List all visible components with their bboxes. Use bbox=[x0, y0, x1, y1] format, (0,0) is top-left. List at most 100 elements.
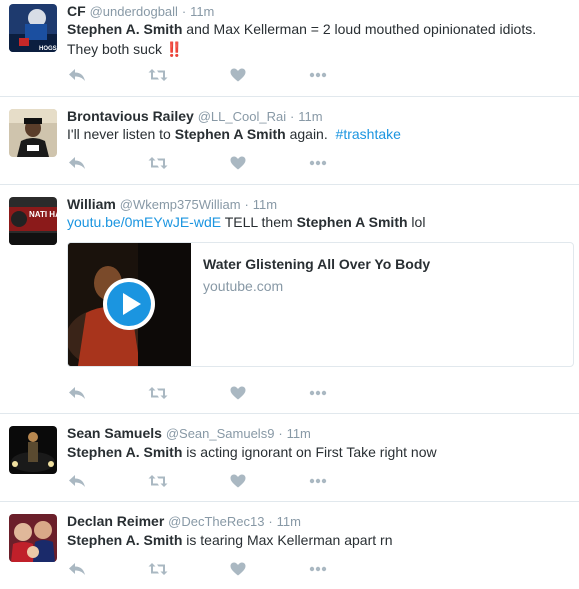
reply-icon bbox=[69, 387, 85, 399]
card-title[interactable]: Water Glistening All Over Yo Body bbox=[203, 256, 430, 272]
tweet[interactable]: NATI HAMPI William @Wkemp375William · 11… bbox=[0, 185, 579, 413]
card-domain: youtube.com bbox=[203, 278, 284, 294]
tweet-text: Stephen A. Smith and Max Kellerman = 2 l… bbox=[67, 19, 557, 59]
reply-button[interactable] bbox=[67, 561, 87, 577]
tweet-text: Stephen A. Smith is acting ignorant on F… bbox=[67, 442, 557, 462]
text-part: lol bbox=[407, 214, 426, 230]
more-button[interactable] bbox=[308, 155, 328, 171]
more-button[interactable] bbox=[308, 473, 328, 489]
retweet-button[interactable] bbox=[148, 473, 168, 489]
timestamp[interactable]: 11m bbox=[190, 4, 214, 19]
url-link[interactable]: youtu.be/0mEYwJE-wdE bbox=[67, 214, 221, 230]
avatar-text: HOGS bbox=[39, 46, 57, 52]
tweet[interactable]: Brontavious Railey @LL_Cool_Rai · 11m I'… bbox=[0, 97, 579, 184]
text-part: I'll never listen to bbox=[67, 126, 175, 142]
text-part: Stephen A. Smith bbox=[67, 21, 183, 37]
tweet[interactable]: Declan Reimer @DecTheRec13 · 11m Stephen… bbox=[0, 502, 579, 589]
action-bar bbox=[67, 155, 367, 171]
username[interactable]: @LL_Cool_Rai bbox=[198, 109, 286, 124]
fullname[interactable]: Brontavious Railey bbox=[67, 108, 194, 124]
text-part: Stephen A. Smith bbox=[67, 444, 183, 460]
username[interactable]: @Sean_Samuels9 bbox=[166, 426, 275, 441]
like-button[interactable] bbox=[228, 561, 248, 577]
like-button[interactable] bbox=[228, 155, 248, 171]
retweet-button[interactable] bbox=[148, 155, 168, 171]
reply-icon bbox=[69, 157, 85, 169]
retweet-icon bbox=[148, 157, 168, 169]
like-button[interactable] bbox=[228, 67, 248, 83]
retweet-icon bbox=[148, 69, 168, 81]
avatar[interactable] bbox=[9, 514, 57, 562]
avatar[interactable] bbox=[9, 109, 57, 157]
tweet-text: I'll never listen to Stephen A Smith aga… bbox=[67, 124, 557, 144]
fullname[interactable]: William bbox=[67, 196, 116, 212]
more-icon bbox=[309, 566, 327, 572]
more-icon bbox=[309, 72, 327, 78]
separator: · bbox=[268, 514, 273, 529]
heart-icon bbox=[230, 68, 246, 82]
text-part: is tearing Max Kellerman apart rn bbox=[182, 532, 393, 548]
separator: · bbox=[244, 197, 249, 212]
timestamp[interactable]: 11m bbox=[253, 197, 277, 212]
more-icon bbox=[309, 160, 327, 166]
retweet-button[interactable] bbox=[148, 385, 168, 401]
tweet[interactable]: Sean Samuels @Sean_Samuels9 · 11m Stephe… bbox=[0, 414, 579, 501]
fullname[interactable]: Declan Reimer bbox=[67, 513, 164, 529]
fullname[interactable]: Sean Samuels bbox=[67, 425, 162, 441]
like-button[interactable] bbox=[228, 473, 248, 489]
text-part: TELL them bbox=[221, 214, 297, 230]
separator: · bbox=[181, 4, 187, 19]
reply-button[interactable] bbox=[67, 385, 87, 401]
tweet[interactable]: HOGS CF @underdogball · 11m Stephen A. S… bbox=[0, 0, 579, 96]
avatar-text: NATI HAMPI bbox=[29, 210, 57, 219]
avatar[interactable] bbox=[9, 426, 57, 474]
reply-icon bbox=[69, 475, 85, 487]
more-button[interactable] bbox=[308, 561, 328, 577]
reply-button[interactable] bbox=[67, 155, 87, 171]
reply-icon bbox=[69, 69, 85, 81]
username[interactable]: @Wkemp375William bbox=[120, 197, 241, 212]
text-part: Stephen A Smith bbox=[296, 214, 408, 230]
username[interactable]: @underdogball bbox=[90, 4, 178, 19]
avatar[interactable]: NATI HAMPI bbox=[9, 197, 57, 245]
reply-button[interactable] bbox=[67, 473, 87, 489]
reply-icon bbox=[69, 563, 85, 575]
action-bar bbox=[67, 561, 367, 577]
timestamp[interactable]: 11m bbox=[277, 514, 301, 529]
text-part: again. bbox=[285, 126, 336, 142]
heart-icon bbox=[230, 474, 246, 488]
username[interactable]: @DecTheRec13 bbox=[168, 514, 264, 529]
more-icon bbox=[309, 390, 327, 396]
timestamp[interactable]: 11m bbox=[298, 109, 322, 124]
heart-icon bbox=[230, 386, 246, 400]
separator: · bbox=[278, 426, 283, 441]
action-bar bbox=[67, 67, 367, 83]
hashtag-link[interactable]: #trashtake bbox=[336, 126, 401, 142]
retweet-icon bbox=[148, 387, 168, 399]
more-icon bbox=[309, 478, 327, 484]
retweet-icon bbox=[148, 563, 168, 575]
separator: · bbox=[289, 109, 295, 124]
tweet-header: Declan Reimer @DecTheRec13 · 11m bbox=[67, 512, 301, 531]
tweet-header: Sean Samuels @Sean_Samuels9 · 11m bbox=[67, 424, 311, 443]
heart-icon bbox=[230, 562, 246, 576]
card-thumbnail[interactable] bbox=[68, 243, 191, 366]
like-button[interactable] bbox=[228, 385, 248, 401]
tweet-text: Stephen A. Smith is tearing Max Kellerma… bbox=[67, 530, 557, 550]
text-part: is acting ignorant on First Take right n… bbox=[182, 444, 437, 460]
fullname[interactable]: CF bbox=[67, 3, 86, 19]
more-button[interactable] bbox=[308, 67, 328, 83]
play-icon[interactable] bbox=[101, 276, 157, 332]
avatar[interactable]: HOGS bbox=[9, 4, 57, 52]
more-button[interactable] bbox=[308, 385, 328, 401]
reply-button[interactable] bbox=[67, 67, 87, 83]
retweet-button[interactable] bbox=[148, 561, 168, 577]
retweet-icon bbox=[148, 475, 168, 487]
text-part: Stephen A. Smith bbox=[67, 532, 183, 548]
retweet-button[interactable] bbox=[148, 67, 168, 83]
timestamp[interactable]: 11m bbox=[287, 426, 311, 441]
action-bar bbox=[67, 385, 367, 401]
action-bar bbox=[67, 473, 367, 489]
text-part: Stephen A Smith bbox=[174, 126, 286, 142]
link-card[interactable]: Water Glistening All Over Yo Body youtub… bbox=[67, 242, 574, 367]
